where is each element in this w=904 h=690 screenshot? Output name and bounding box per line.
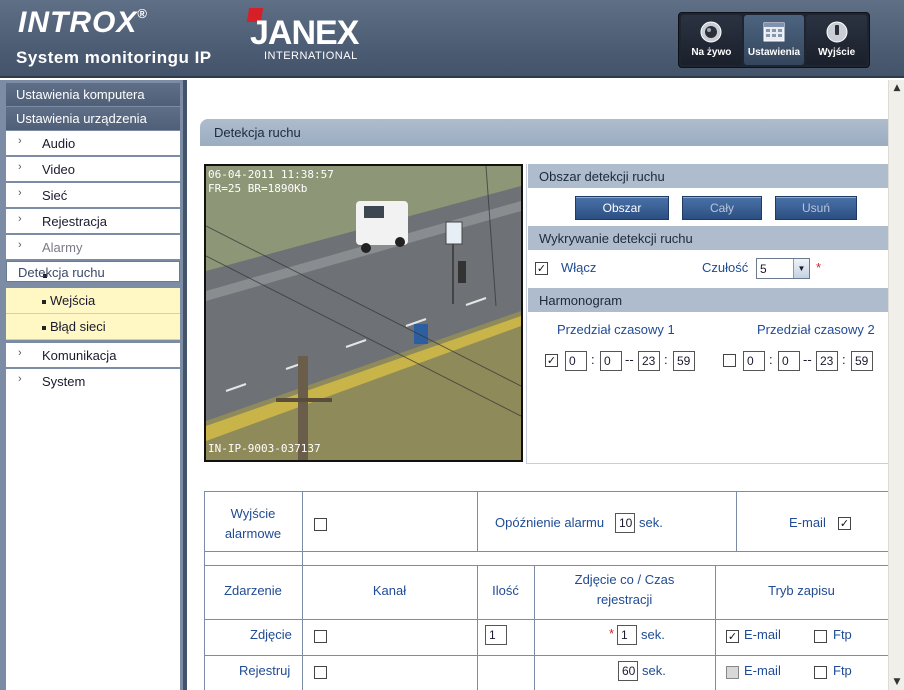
header-event: Zdarzenie: [224, 583, 282, 598]
schedule-heading: Harmonogram: [528, 288, 889, 312]
email-checkbox[interactable]: [838, 517, 851, 530]
chevron-right-icon: ›: [18, 135, 22, 147]
snapshot-ftp-checkbox[interactable]: [814, 630, 827, 643]
nav-live-button[interactable]: Na żywo: [681, 15, 742, 65]
sidebar-section-computer[interactable]: Ustawienia komputera: [6, 83, 180, 106]
camera-icon: [699, 20, 723, 44]
video-bitrate: FR=25 BR=1890Kb: [208, 182, 308, 195]
sidebar-item-network[interactable]: › Sieć: [6, 183, 180, 208]
alarm-delay-label: Opóźnienie alarmu: [495, 515, 605, 530]
top-navigation: Na żywo Ustawienia Wyjście: [678, 12, 870, 68]
sidebar-item-audio[interactable]: › Audio: [6, 131, 180, 156]
sensitivity-label: Czułość: [702, 260, 749, 275]
time-range-2-label: Przedział czasowy 2: [757, 322, 875, 337]
snapshot-email-checkbox[interactable]: [726, 630, 739, 643]
page-title: Detekcja ruchu: [200, 119, 888, 146]
record-ftp-checkbox[interactable]: [814, 666, 827, 679]
range1-end-hour[interactable]: 23: [638, 351, 660, 371]
header-mode: Tryb zapisu: [768, 583, 835, 598]
record-ftp-label: Ftp: [833, 663, 852, 678]
range1-start-hour[interactable]: 0: [565, 351, 587, 371]
range2-end-hour[interactable]: 23: [816, 351, 838, 371]
enable-label: Włącz: [561, 260, 597, 275]
event-snapshot-label: Zdjęcie: [250, 627, 292, 642]
range1-start-minute[interactable]: 0: [600, 351, 622, 371]
header-interval: Zdjęcie co / Czas rejestracji: [574, 572, 675, 607]
range2-start-minute[interactable]: 0: [778, 351, 800, 371]
chevron-right-icon: ›: [18, 187, 22, 199]
nav-settings-button[interactable]: Ustawienia: [743, 15, 805, 65]
sidebar-item-system[interactable]: › System: [6, 369, 180, 394]
range1-end-minute[interactable]: 59: [673, 351, 695, 371]
scroll-up-icon[interactable]: ▲: [889, 80, 904, 96]
bullet-icon: [42, 326, 46, 330]
time-range-1-label: Przedział czasowy 1: [557, 322, 675, 337]
nav-exit-button[interactable]: Wyjście: [806, 15, 868, 65]
time-range-1-checkbox[interactable]: [545, 354, 558, 367]
detect-heading: Wykrywanie detekcji ruchu: [528, 226, 889, 250]
chevron-right-icon: ›: [18, 213, 22, 225]
settings-grid-icon: [762, 20, 786, 44]
alarm-delay-unit: sek.: [639, 515, 663, 530]
chevron-right-icon: ›: [18, 239, 22, 251]
snapshot-ftp-label: Ftp: [833, 627, 852, 642]
scroll-down-icon[interactable]: ▼: [889, 674, 904, 690]
event-record-label: Rejestruj: [239, 663, 291, 678]
app-subtitle: System monitoringu IP: [16, 48, 212, 67]
sidebar-item-communication[interactable]: › Komunikacja: [6, 343, 180, 368]
snapshot-interval-unit: sek.: [641, 627, 665, 642]
time-range-2-checkbox[interactable]: [723, 354, 736, 367]
alarm-output-checkbox[interactable]: [314, 518, 327, 531]
required-asterisk: *: [816, 260, 822, 275]
camera-preview[interactable]: 06-04-2011 11:38:57 FR=25 BR=1890Kb IN-I…: [204, 164, 523, 462]
header-count: Ilość: [492, 583, 519, 598]
snapshot-channel-checkbox[interactable]: [314, 630, 327, 643]
delete-area-button[interactable]: Usuń: [775, 196, 857, 220]
janex-logo: JANEX INTERNATIONAL: [246, 8, 360, 64]
alarm-table: Wyjście alarmowe Opóźnienie alarmu 10 sek…: [204, 491, 888, 690]
alarm-output-label: Wyjście alarmowe: [224, 506, 282, 541]
bullet-icon: [42, 300, 46, 304]
sidebar-subitem-network-error[interactable]: Błąd sieci: [6, 314, 180, 340]
header-channel: Kanał: [372, 583, 407, 598]
video-timestamp: 06-04-2011 11:38:57: [208, 168, 334, 181]
sidebar-subitem-inputs[interactable]: Wejścia: [6, 288, 180, 314]
sidebar-empty-area: [6, 393, 180, 690]
record-email-checkbox[interactable]: [726, 666, 739, 679]
snapshot-count-input[interactable]: 1: [485, 625, 507, 645]
range2-end-minute[interactable]: 59: [851, 351, 873, 371]
power-icon: [825, 20, 849, 44]
required-asterisk: *: [609, 626, 615, 641]
snapshot-interval-input[interactable]: 1: [617, 625, 637, 645]
sidebar-item-recording[interactable]: › Rejestracja: [6, 209, 180, 234]
range2-start-hour[interactable]: 0: [743, 351, 765, 371]
sidebar: Ustawienia komputera Ustawienia urządzen…: [0, 80, 187, 690]
record-duration-unit: sek.: [642, 663, 666, 678]
main-content: Detekcja ruchu 06-04-2011 11:38:57 FR=25…: [187, 80, 889, 690]
sidebar-section-device[interactable]: Ustawienia urządzenia: [6, 107, 180, 130]
record-duration-input[interactable]: 60: [618, 661, 638, 681]
app-header: INTROX® System monitoringu IP JANEX INTE…: [0, 0, 904, 78]
sidebar-item-video[interactable]: › Video: [6, 157, 180, 182]
chevron-right-icon: ›: [18, 161, 22, 173]
area-heading: Obszar detekcji ruchu: [528, 164, 889, 188]
chevron-right-icon: ›: [18, 347, 22, 359]
video-camera-id: IN-IP-9003-037137: [208, 442, 321, 455]
area-button[interactable]: Obszar: [575, 196, 669, 220]
sidebar-item-alarms[interactable]: › Alarmy: [6, 235, 180, 260]
record-channel-checkbox[interactable]: [314, 666, 327, 679]
enable-checkbox[interactable]: [535, 262, 548, 275]
full-area-button[interactable]: Cały: [682, 196, 762, 220]
chevron-right-icon: ›: [18, 373, 22, 385]
introx-logo: INTROX®: [18, 6, 148, 39]
vertical-scrollbar[interactable]: ▲ ▼: [888, 80, 904, 690]
alarm-delay-input[interactable]: 10: [615, 513, 635, 533]
record-email-label: E-mail: [744, 663, 781, 678]
sensitivity-select[interactable]: 5 ▼: [756, 258, 810, 279]
motion-settings-panel: Obszar detekcji ruchu Obszar Cały Usuń W…: [526, 164, 889, 464]
chevron-down-icon: ▼: [793, 259, 809, 278]
sidebar-subitem-motion-detection[interactable]: Detekcja ruchu: [6, 261, 180, 282]
snapshot-email-label: E-mail: [744, 627, 781, 642]
email-label: E-mail: [789, 515, 826, 530]
